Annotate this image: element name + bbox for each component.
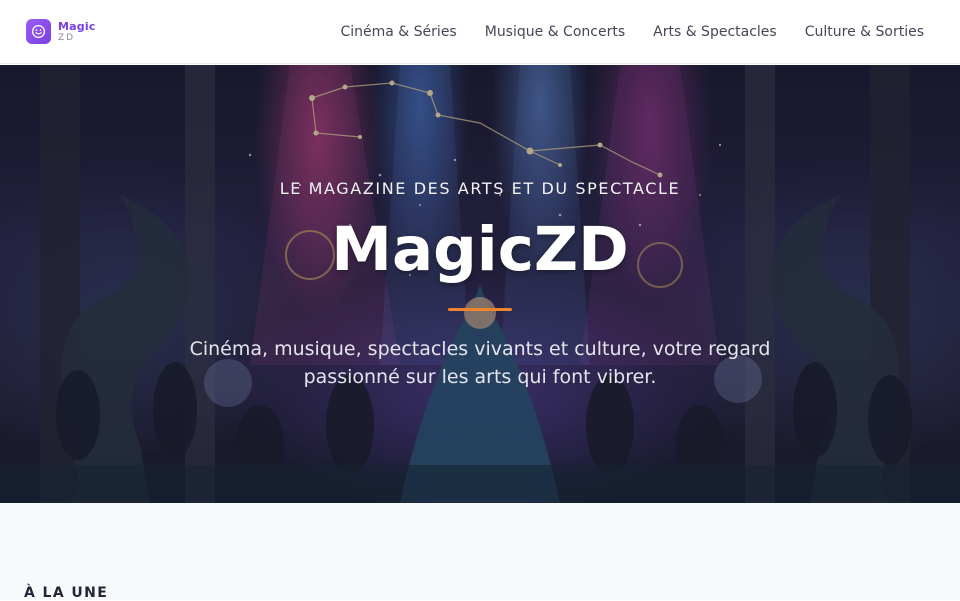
nav-link-arts-spectacles[interactable]: Arts & Spectacles <box>653 24 777 40</box>
hero-accent-divider <box>448 308 512 311</box>
hero-content: LE MAGAZINE DES ARTS ET DU SPECTACLE Mag… <box>0 65 960 503</box>
nav-link-cinema-series[interactable]: Cinéma & Séries <box>340 24 456 40</box>
site-header: Magic ZD Cinéma & Séries Musique & Conce… <box>0 0 960 64</box>
smiley-icon <box>26 19 51 44</box>
logo-text: Magic ZD <box>58 21 96 43</box>
hero-kicker: LE MAGAZINE DES ARTS ET DU SPECTACLE <box>279 179 681 198</box>
hero-banner: LE MAGAZINE DES ARTS ET DU SPECTACLE Mag… <box>0 65 960 503</box>
hero-description: Cinéma, musique, spectacles vivants et c… <box>189 338 771 388</box>
logo-title: Magic <box>58 19 96 33</box>
hero-title: MagicZD <box>331 214 629 285</box>
nav-link-musique-concerts[interactable]: Musique & Concerts <box>485 24 625 40</box>
section-label-a-la-une: À LA UNE <box>24 585 109 601</box>
main-content: À LA UNE <box>0 503 960 601</box>
nav-link-culture-sorties[interactable]: Culture & Sorties <box>805 24 924 40</box>
site-logo[interactable]: Magic ZD <box>26 19 96 44</box>
main-nav: Cinéma & Séries Musique & Concerts Arts … <box>340 24 924 40</box>
logo-subtitle: ZD <box>58 32 76 43</box>
